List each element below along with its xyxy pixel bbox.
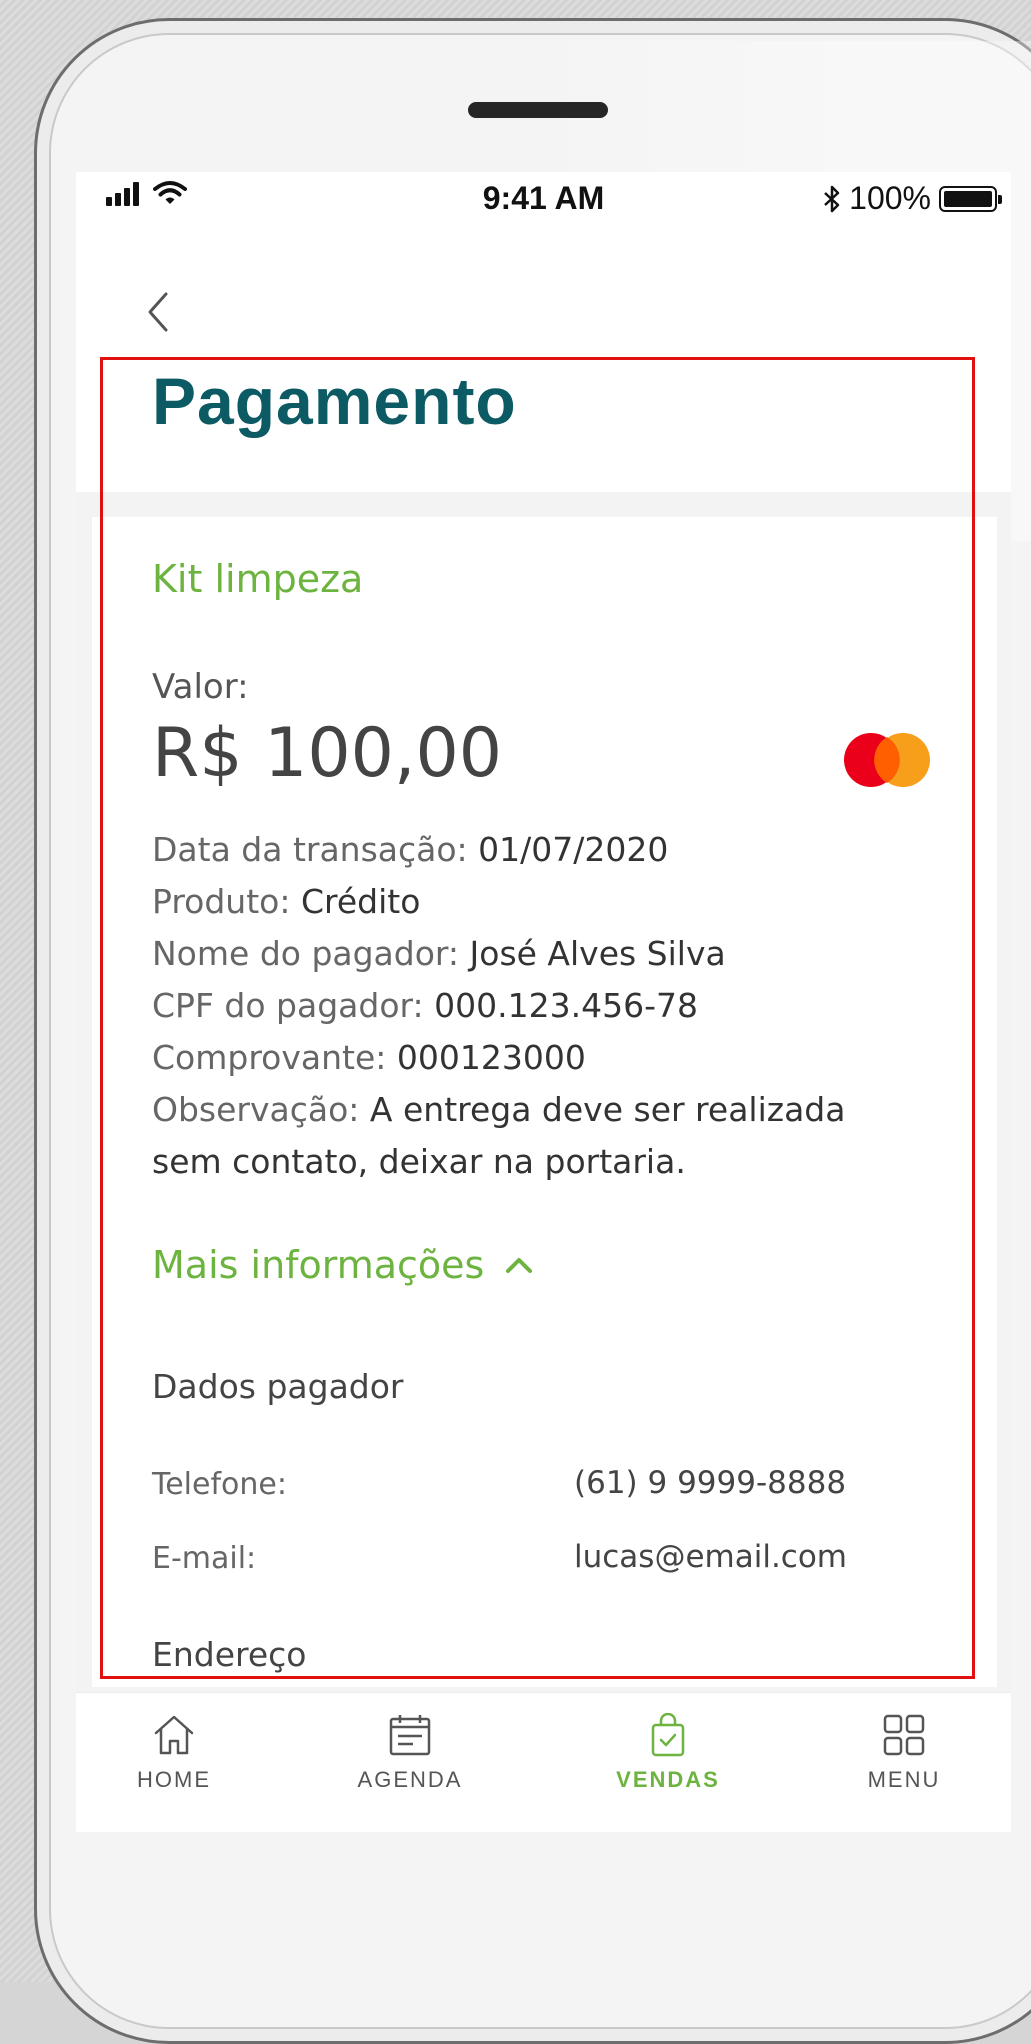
payment-amount: R$ 100,00 [152,714,503,793]
detail-row-product: Produto: Crédito [152,882,421,921]
home-icon [154,1715,194,1755]
detail-row-observation-cont: sem contato, deixar na portaria. [152,1142,686,1181]
tab-vendas[interactable]: VENDAS [588,1713,748,1793]
product-name: Kit limpeza [152,557,364,601]
tab-menu-label: MENU [867,1767,941,1792]
transaction-details: Data da transação: 01/07/2020 Produto: C… [152,824,952,1188]
more-info-label: Mais informações [152,1243,485,1287]
bluetooth-icon [824,185,840,212]
tab-home[interactable]: HOME [94,1713,254,1793]
app-screen: 9:41 AM 100% Pagamento Kit limpeza Valor… [76,172,1011,1832]
battery-percent: 100% [849,180,931,216]
email-label: E-mail: [152,1541,257,1576]
status-bar: 9:41 AM 100% [76,172,1011,232]
tab-agenda-label: AGENDA [357,1767,463,1792]
mastercard-icon [844,733,930,787]
calendar-icon [389,1715,431,1756]
amount-label: Valor: [152,667,249,707]
page-title: Pagamento [152,364,517,438]
shopping-bag-icon [651,1713,685,1757]
tab-menu[interactable]: MENU [824,1713,984,1793]
battery-icon [939,185,1002,212]
detail-row-date: Data da transação: 01/07/2020 [152,830,669,869]
phone-value: (61) 9 9999-8888 [574,1465,847,1501]
address-section-title: Endereço [152,1635,307,1674]
tab-vendas-label: VENDAS [616,1767,720,1792]
detail-row-payer-cpf: CPF do pagador: 000.123.456-78 [152,986,698,1025]
payer-section-title: Dados pagador [152,1367,404,1406]
email-value: lucas@email.com [574,1539,848,1575]
tab-agenda[interactable]: AGENDA [330,1713,490,1793]
detail-row-payer-name: Nome do pagador: José Alves Silva [152,934,726,973]
back-chevron-icon[interactable] [138,282,178,342]
detail-row-receipt: Comprovante: 000123000 [152,1038,586,1077]
phone-speaker [468,102,608,118]
tab-home-label: HOME [137,1767,211,1792]
bottom-tab-bar: HOME AGENDA VENDAS MENU [76,1692,1011,1832]
chevron-up-icon [506,1258,533,1273]
phone-label: Telefone: [152,1467,287,1502]
more-info-toggle[interactable]: Mais informações [152,1246,534,1284]
detail-row-observation: Observação: A entrega deve ser realizada [152,1090,846,1129]
grid-icon [883,1714,925,1756]
